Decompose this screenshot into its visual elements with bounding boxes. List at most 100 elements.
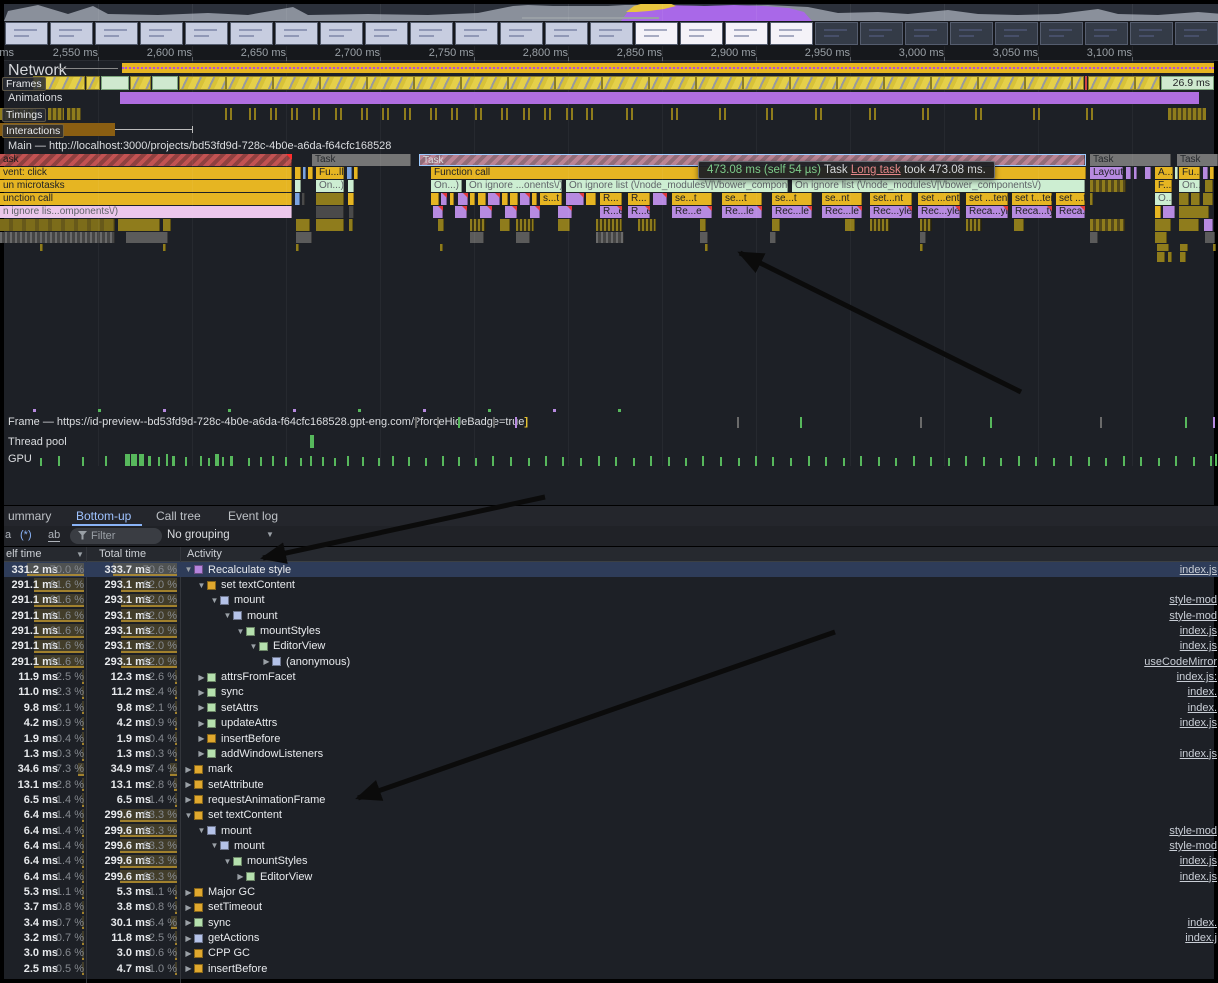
frame-block[interactable] xyxy=(179,76,226,90)
flame-bar[interactable] xyxy=(303,167,306,179)
frame-block[interactable] xyxy=(508,76,555,90)
flame-bar[interactable] xyxy=(920,232,926,243)
collapse-icon[interactable]: ▼ xyxy=(248,642,259,651)
chevron-down-icon[interactable]: ▼ xyxy=(266,530,274,539)
flame-bar[interactable] xyxy=(1180,244,1188,251)
flame-bar-ask[interactable]: ask xyxy=(0,154,292,166)
frame-block[interactable] xyxy=(602,76,649,90)
flame-bar-reca-tyle[interactable]: Reca...tyle xyxy=(1012,206,1052,218)
filmstrip-thumbnail[interactable] xyxy=(770,22,813,45)
whole-word-icon[interactable]: ab xyxy=(48,529,60,542)
flame-bar-task[interactable]: Task xyxy=(1177,154,1218,166)
flame-bar-se-nt[interactable]: se..nt xyxy=(822,193,862,205)
flame-bar[interactable] xyxy=(470,232,484,243)
flame-bar-se-t[interactable]: se...t xyxy=(772,193,812,205)
table-row[interactable]: 13.1 ms2.8 %13.1 ms2.8 %▶setAttribute xyxy=(4,777,1218,792)
table-row[interactable]: 6.4 ms1.4 %299.6 ms63.3 %▼set textConten… xyxy=(4,808,1218,823)
network-request-bar[interactable] xyxy=(122,63,1214,73)
flame-bar[interactable] xyxy=(295,167,301,179)
filmstrip-thumbnail[interactable] xyxy=(680,22,723,45)
table-row[interactable]: 291.1 ms61.6 %293.1 ms62.0 %▼mountstyle-… xyxy=(4,593,1218,608)
flame-bar[interactable] xyxy=(163,244,166,251)
filmstrip-thumbnail[interactable] xyxy=(500,22,543,45)
flame-bar[interactable] xyxy=(516,232,530,243)
flame-bar[interactable] xyxy=(295,193,300,205)
flame-bar[interactable] xyxy=(450,193,454,205)
filmstrip-thumbnail[interactable] xyxy=(275,22,318,45)
flame-bar[interactable] xyxy=(295,180,301,192)
expand-icon[interactable]: ▶ xyxy=(183,949,194,958)
match-case-icon[interactable]: a xyxy=(5,529,11,541)
flame-bar[interactable] xyxy=(638,219,656,231)
filmstrip-thumbnail[interactable] xyxy=(455,22,498,45)
filmstrip-thumbnail[interactable] xyxy=(50,22,93,45)
flame-bar[interactable] xyxy=(1134,167,1137,179)
flame-bar[interactable] xyxy=(441,193,447,205)
filmstrip-thumbnail[interactable] xyxy=(1040,22,1083,45)
source-link[interactable]: index. xyxy=(1188,917,1218,929)
filmstrip-thumbnail[interactable] xyxy=(320,22,363,45)
flame-bar[interactable] xyxy=(296,219,310,231)
flame-bar[interactable] xyxy=(1155,206,1161,218)
table-row[interactable]: 291.1 ms61.6 %293.1 ms62.0 %▼mountStyles… xyxy=(4,623,1218,638)
flame-bar[interactable] xyxy=(1157,244,1169,251)
frame-block[interactable] xyxy=(130,76,151,90)
filmstrip-thumbnail[interactable] xyxy=(5,22,48,45)
flame-bar-task[interactable]: Task xyxy=(312,154,411,166)
regex-icon[interactable]: (*) xyxy=(20,529,32,541)
flame-bar-fu-ll[interactable]: Fu...ll xyxy=(316,167,344,179)
source-link[interactable]: index.js: xyxy=(1177,671,1218,683)
activity-header[interactable]: Activity xyxy=(187,548,222,560)
gpu-track-title[interactable]: GPU xyxy=(8,453,32,465)
self-time-header[interactable]: elf time xyxy=(6,548,41,560)
main-thread-title[interactable]: Main — http://localhost:3000/projects/bd… xyxy=(8,140,391,152)
frame-block[interactable] xyxy=(696,76,743,90)
frame-block[interactable] xyxy=(1088,76,1135,90)
expand-icon[interactable]: ▶ xyxy=(183,765,194,774)
expand-icon[interactable]: ▶ xyxy=(183,964,194,973)
flame-bar[interactable] xyxy=(433,206,443,218)
filmstrip-thumbnail[interactable] xyxy=(230,22,273,45)
filmstrip-thumbnail[interactable] xyxy=(1085,22,1128,45)
collapse-icon[interactable]: ▼ xyxy=(196,581,207,590)
frame-block[interactable] xyxy=(1072,76,1084,90)
flame-bar[interactable] xyxy=(1168,252,1172,262)
flame-bar[interactable] xyxy=(1175,167,1178,179)
expand-icon[interactable]: ▶ xyxy=(183,903,194,912)
idle-frame-block[interactable] xyxy=(101,76,129,90)
flame-bar-re-e[interactable]: Re...e xyxy=(672,206,712,218)
flame-bar[interactable] xyxy=(126,232,168,243)
flame-bar[interactable] xyxy=(354,167,358,179)
flame-bar[interactable] xyxy=(966,219,982,231)
flame-bar[interactable] xyxy=(348,180,354,192)
source-link[interactable]: index.js xyxy=(1180,717,1218,729)
frame-block[interactable] xyxy=(1135,76,1160,90)
table-row[interactable]: 291.1 ms61.6 %293.1 ms62.0 %▶(anonymous)… xyxy=(4,654,1218,669)
frame-block[interactable] xyxy=(884,76,931,90)
collapse-icon[interactable]: ▼ xyxy=(222,611,233,620)
collapse-icon[interactable]: ▼ xyxy=(209,841,220,850)
flame-bar[interactable] xyxy=(870,219,890,231)
expand-icon[interactable]: ▶ xyxy=(196,749,207,758)
flame-bar[interactable] xyxy=(296,232,312,243)
expand-icon[interactable]: ▶ xyxy=(183,918,194,927)
flame-bar-unction-call[interactable]: unction call xyxy=(0,193,292,205)
flame-bar-on-[interactable]: On...) xyxy=(431,180,462,192)
thread-pool-title[interactable]: Thread pool xyxy=(8,436,67,448)
flame-bar-f-l[interactable]: F...l xyxy=(1155,180,1172,192)
filmstrip-thumbnail[interactable] xyxy=(995,22,1038,45)
source-link[interactable]: index. xyxy=(1188,686,1218,698)
collapse-icon[interactable]: ▼ xyxy=(183,565,194,574)
table-row[interactable]: 6.5 ms1.4 %6.5 ms1.4 %▶requestAnimationF… xyxy=(4,792,1218,807)
flame-bar-r-[interactable]: R... xyxy=(600,193,622,205)
flame-bar[interactable] xyxy=(1145,167,1151,179)
frame-block[interactable] xyxy=(931,76,978,90)
flame-bar[interactable] xyxy=(480,206,492,218)
flame-bar[interactable] xyxy=(1205,232,1215,243)
flame-bar-vent-click[interactable]: vent: click xyxy=(0,167,292,179)
flame-bar[interactable] xyxy=(349,219,353,231)
filmstrip-thumbnail[interactable] xyxy=(1175,22,1218,45)
table-row[interactable]: 3.7 ms0.8 %3.8 ms0.8 %▶setTimeout xyxy=(4,900,1218,915)
flame-bar-fu-ll[interactable]: Fu...ll xyxy=(1179,167,1200,179)
table-row[interactable]: 331.2 ms70.0 %333.7 ms70.6 %▼Recalculate… xyxy=(4,562,1218,577)
